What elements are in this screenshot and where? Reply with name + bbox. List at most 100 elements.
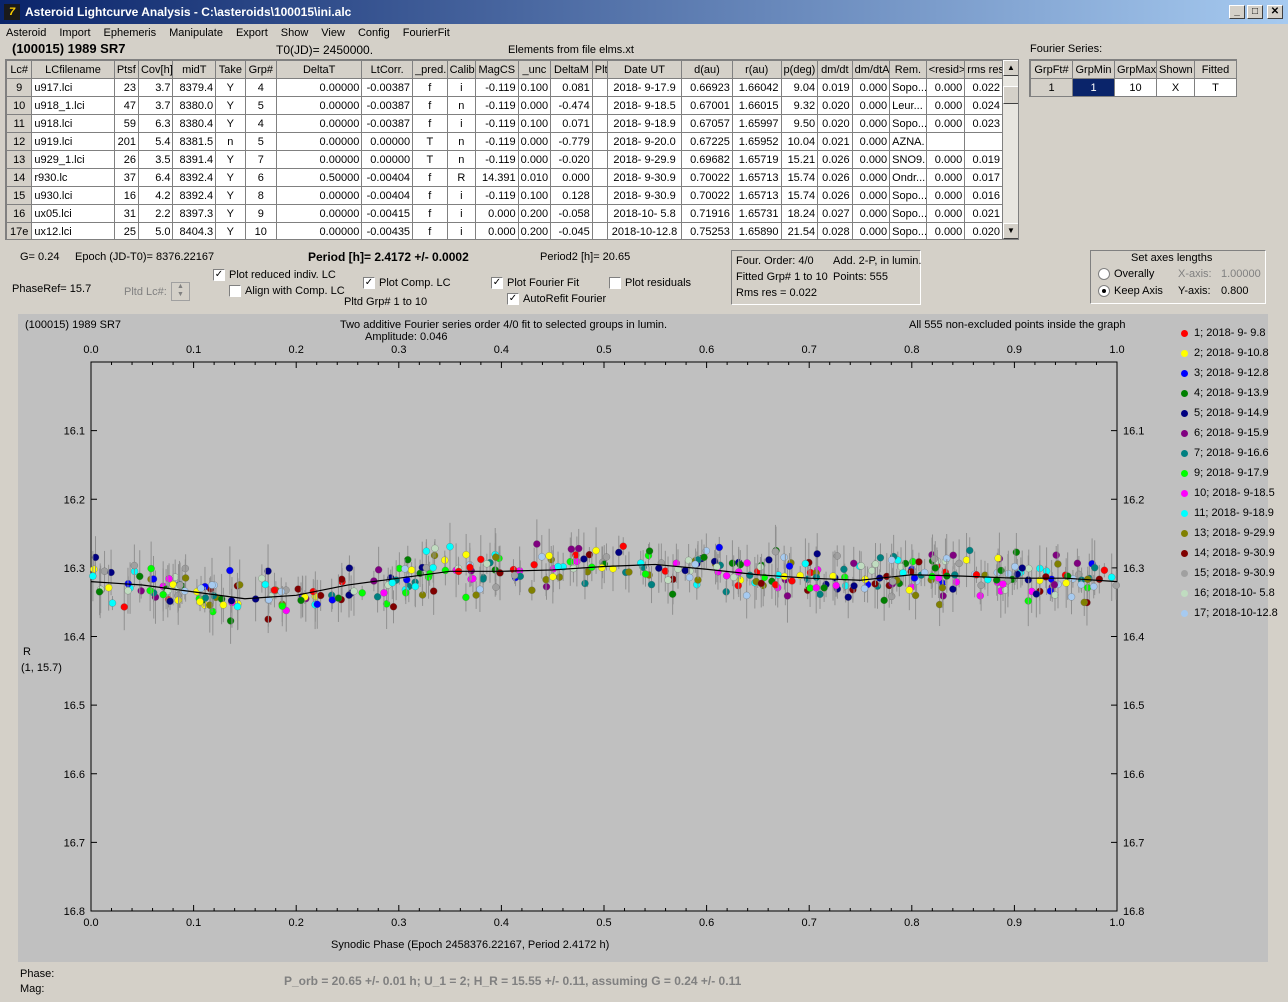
table-cell[interactable]: T (412, 150, 448, 169)
column-header[interactable]: _unc (517, 60, 552, 79)
table-cell[interactable]: 18.24 (780, 204, 819, 223)
column-header[interactable]: d(au) (681, 60, 733, 79)
table-cell[interactable]: f (412, 114, 448, 133)
fourier-cell[interactable]: T (1194, 78, 1237, 97)
table-cell[interactable]: -0.00387 (361, 114, 414, 133)
table-cell[interactable]: 15 (6, 186, 33, 205)
yaxis-value[interactable]: 0.800 (1221, 285, 1249, 297)
fourier-col-header[interactable]: GrpMax (1114, 60, 1157, 79)
table-cell[interactable]: 0.000 (925, 78, 966, 97)
table-cell[interactable]: 9.50 (780, 114, 819, 133)
table-cell[interactable]: 4 (244, 78, 278, 97)
plot-residuals-checkbox[interactable]: Plot residuals (609, 277, 691, 290)
table-cell[interactable]: 0.100 (517, 114, 552, 133)
column-header[interactable]: LCfilename (31, 60, 115, 79)
menu-config[interactable]: Config (358, 27, 390, 39)
table-cell[interactable]: Sopo... (889, 114, 927, 133)
table-cell[interactable]: -0.020 (550, 150, 593, 169)
table-cell[interactable]: i (446, 204, 477, 223)
menu-show[interactable]: Show (281, 27, 309, 39)
table-cell[interactable]: 1.65719 (731, 150, 782, 169)
table-cell[interactable]: 0.200 (517, 222, 552, 239)
table-cell[interactable]: n (446, 132, 477, 151)
table-cell[interactable]: Ondr... (889, 168, 927, 187)
table-cell[interactable]: -0.00387 (361, 78, 414, 97)
table-cell[interactable]: 21.54 (780, 222, 819, 239)
column-header[interactable]: Calib. (446, 60, 477, 79)
fourier-col-header[interactable]: GrpFt# (1030, 60, 1073, 79)
table-cell[interactable]: 0.027 (817, 204, 853, 223)
table-cell[interactable]: 13 (6, 150, 33, 169)
table-cell[interactable]: 25 (113, 222, 139, 239)
table-cell[interactable]: Sopo... (889, 222, 927, 239)
menu-manipulate[interactable]: Manipulate (169, 27, 223, 39)
column-header[interactable]: Lc# (6, 60, 33, 79)
table-cell[interactable]: r930.lc (31, 168, 115, 187)
table-cell[interactable]: -0.00435 (361, 222, 414, 239)
table-cell[interactable]: 7 (244, 150, 278, 169)
fourier-col-header[interactable]: Fitted (1194, 60, 1237, 79)
column-header[interactable]: Cov[h] (137, 60, 174, 79)
table-cell[interactable]: 8404.3 (172, 222, 217, 239)
table-cell[interactable]: 0.000 (851, 96, 891, 115)
table-cell[interactable]: 0.017 (964, 168, 1003, 187)
column-header[interactable]: midT (172, 60, 217, 79)
table-cell[interactable]: 0.023 (964, 114, 1003, 133)
fourier-cell[interactable]: X (1156, 78, 1195, 97)
table-cell[interactable]: u918.lci (31, 114, 115, 133)
table-cell[interactable]: 0.000 (475, 204, 519, 223)
table-cell[interactable]: 2.2 (137, 204, 174, 223)
table-cell[interactable]: 5.4 (137, 132, 174, 151)
table-cell[interactable]: Y (215, 150, 246, 169)
table-row[interactable]: 9 u917.lci 23 3.7 8379.4 Y 4 0.00000 -0.00387 f i -… (6, 78, 1003, 97)
table-cell[interactable]: 2018- 9-29.9 (606, 150, 683, 169)
column-header[interactable]: DeltaM (550, 60, 593, 79)
table-cell[interactable]: 1.65713 (731, 186, 782, 205)
table-cell[interactable]: AZNA. (889, 132, 927, 151)
table-cell[interactable]: 5 (244, 96, 278, 115)
column-header[interactable]: r(au) (731, 60, 782, 79)
table-scrollbar[interactable]: ▲ ▼ (1003, 60, 1018, 239)
table-cell[interactable]: n (215, 132, 246, 151)
table-cell[interactable]: 2018- 9-30.9 (606, 168, 683, 187)
table-cell[interactable]: u917.lci (31, 78, 115, 97)
table-cell[interactable]: 0.000 (851, 132, 891, 151)
column-header[interactable]: Grp# (244, 60, 278, 79)
table-cell[interactable]: 9.32 (780, 96, 819, 115)
table-cell[interactable]: 0.00000 (276, 204, 363, 223)
column-header[interactable]: MagCS (475, 60, 519, 79)
table-cell[interactable]: 0.70022 (681, 186, 733, 205)
table-cell[interactable]: 0.69682 (681, 150, 733, 169)
table-cell[interactable]: -0.119 (475, 186, 519, 205)
scroll-thumb[interactable] (1003, 86, 1018, 104)
table-cell[interactable]: Y (215, 222, 246, 239)
table-cell[interactable]: 0.000 (517, 150, 552, 169)
table-cell[interactable] (591, 150, 608, 169)
table-cell[interactable]: i (446, 186, 477, 205)
table-cell[interactable]: 2018- 9-18.9 (606, 114, 683, 133)
table-cell[interactable]: 0.67001 (681, 96, 733, 115)
table-cell[interactable]: 0.00000 (276, 78, 363, 97)
table-cell[interactable]: 0.026 (817, 168, 853, 187)
table-cell[interactable]: -0.119 (475, 78, 519, 97)
table-cell[interactable]: -0.00415 (361, 204, 414, 223)
table-cell[interactable]: 2018- 9-30.9 (606, 186, 683, 205)
overally-radio[interactable]: Overally (1098, 268, 1154, 281)
table-cell[interactable]: 0.00000 (276, 132, 363, 151)
menu-export[interactable]: Export (236, 27, 268, 39)
table-cell[interactable]: 0.020 (964, 222, 1003, 239)
menu-asteroid[interactable]: Asteroid (6, 27, 46, 39)
table-cell[interactable] (591, 96, 608, 115)
column-header[interactable]: Rem. (889, 60, 927, 79)
table-cell[interactable]: 0.022 (964, 78, 1003, 97)
table-cell[interactable]: ux12.lci (31, 222, 115, 239)
xaxis-value[interactable]: 1.00000 (1221, 268, 1261, 280)
plot-fourier-checkbox[interactable]: ✓ Plot Fourier Fit (491, 277, 579, 290)
column-header[interactable]: DeltaT (276, 60, 363, 79)
table-cell[interactable]: 0.000 (851, 78, 891, 97)
table-cell[interactable]: 0.00000 (276, 186, 363, 205)
table-cell[interactable]: 0.000 (851, 204, 891, 223)
table-cell[interactable]: 5 (244, 132, 278, 151)
table-cell[interactable]: 4.2 (137, 186, 174, 205)
table-cell[interactable]: 0.71916 (681, 204, 733, 223)
